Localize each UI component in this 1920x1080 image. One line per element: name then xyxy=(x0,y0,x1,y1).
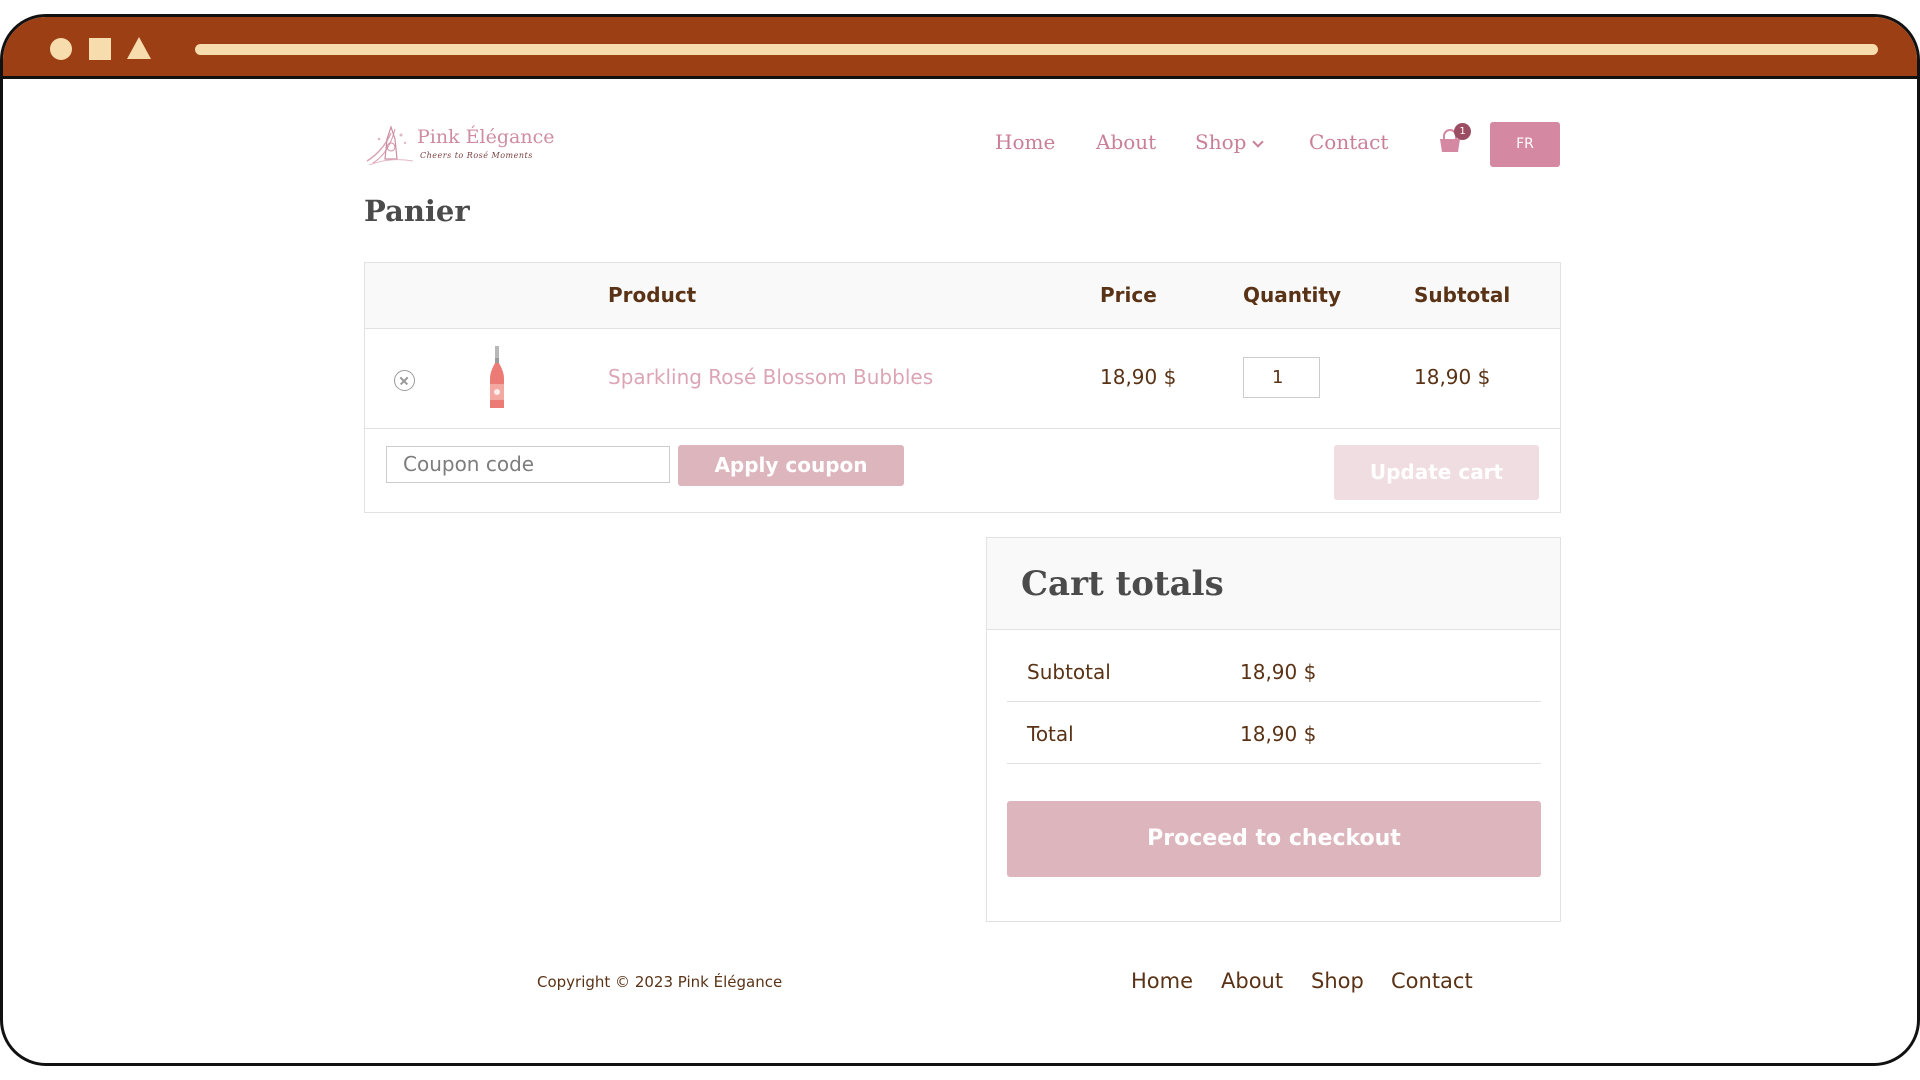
coupon-code-input[interactable]: Coupon code xyxy=(386,446,670,483)
browser-window: Pink Élégance Cheers to Rosé Moments Hom… xyxy=(0,14,1920,1066)
column-product: Product xyxy=(608,283,697,307)
apply-coupon-button[interactable]: Apply coupon xyxy=(678,445,904,486)
item-subtotal: 18,90 $ xyxy=(1414,365,1491,389)
window-square-icon[interactable] xyxy=(89,38,111,60)
language-button[interactable]: FR xyxy=(1490,122,1560,167)
footer-copyright: Copyright © 2023 Pink Élégance xyxy=(537,973,783,991)
footer-link-about[interactable]: About xyxy=(1221,969,1283,993)
cart-item-row: Sparkling Rosé Blossom Bubbles 18,90 $ 1… xyxy=(365,329,1560,429)
proceed-to-checkout-button[interactable]: Proceed to checkout xyxy=(1007,801,1541,877)
cart-count-badge: 1 xyxy=(1454,123,1471,140)
product-thumbnail[interactable] xyxy=(485,346,509,410)
total-value: 18,90 $ xyxy=(1240,722,1317,746)
footer-link-shop[interactable]: Shop xyxy=(1311,969,1364,993)
total-label: Total xyxy=(1027,722,1074,746)
chevron-down-icon xyxy=(1252,136,1265,148)
subtotal-value: 18,90 $ xyxy=(1240,660,1317,684)
update-cart-button[interactable]: Update cart xyxy=(1334,445,1539,500)
nav-shop-label: Shop xyxy=(1195,130,1247,154)
logo-tagline: Cheers to Rosé Moments xyxy=(420,151,533,160)
site-logo[interactable]: Pink Élégance Cheers to Rosé Moments xyxy=(365,121,554,165)
logo-mark-icon xyxy=(366,125,414,165)
footer-link-home[interactable]: Home xyxy=(1131,969,1193,993)
page-content: Pink Élégance Cheers to Rosé Moments Hom… xyxy=(3,79,1917,1063)
remove-item-icon[interactable] xyxy=(394,370,415,391)
cart-table: Product Price Quantity Subtotal Sparklin… xyxy=(364,262,1561,513)
cart-totals-header: Cart totals xyxy=(987,538,1560,630)
total-row: Total 18,90 $ xyxy=(1007,702,1541,764)
browser-toolbar xyxy=(3,17,1917,79)
subtotal-row: Subtotal 18,90 $ xyxy=(1007,640,1541,702)
page-title: Panier xyxy=(364,194,470,228)
cart-totals-panel: Cart totals Subtotal 18,90 $ Total 18,90… xyxy=(986,537,1561,922)
item-price: 18,90 $ xyxy=(1100,365,1177,389)
subtotal-label: Subtotal xyxy=(1027,660,1111,684)
nav-shop[interactable]: Shop xyxy=(1195,130,1265,154)
window-circle-icon[interactable] xyxy=(50,38,72,60)
nav-home[interactable]: Home xyxy=(995,130,1055,154)
window-triangle-icon[interactable] xyxy=(127,37,151,59)
cart-totals-title: Cart totals xyxy=(1021,564,1224,604)
logo-title: Pink Élégance xyxy=(417,126,555,148)
product-name-link[interactable]: Sparkling Rosé Blossom Bubbles xyxy=(608,365,933,389)
column-subtotal: Subtotal xyxy=(1414,283,1511,307)
cart-button[interactable]: 1 xyxy=(1436,123,1471,153)
quantity-input[interactable]: 1 xyxy=(1243,357,1320,398)
footer-link-contact[interactable]: Contact xyxy=(1391,969,1473,993)
nav-about[interactable]: About xyxy=(1096,130,1156,154)
column-price: Price xyxy=(1100,283,1157,307)
cart-table-header: Product Price Quantity Subtotal xyxy=(365,263,1560,329)
nav-contact[interactable]: Contact xyxy=(1309,130,1388,154)
address-bar[interactable] xyxy=(195,44,1878,55)
column-quantity: Quantity xyxy=(1243,283,1341,307)
